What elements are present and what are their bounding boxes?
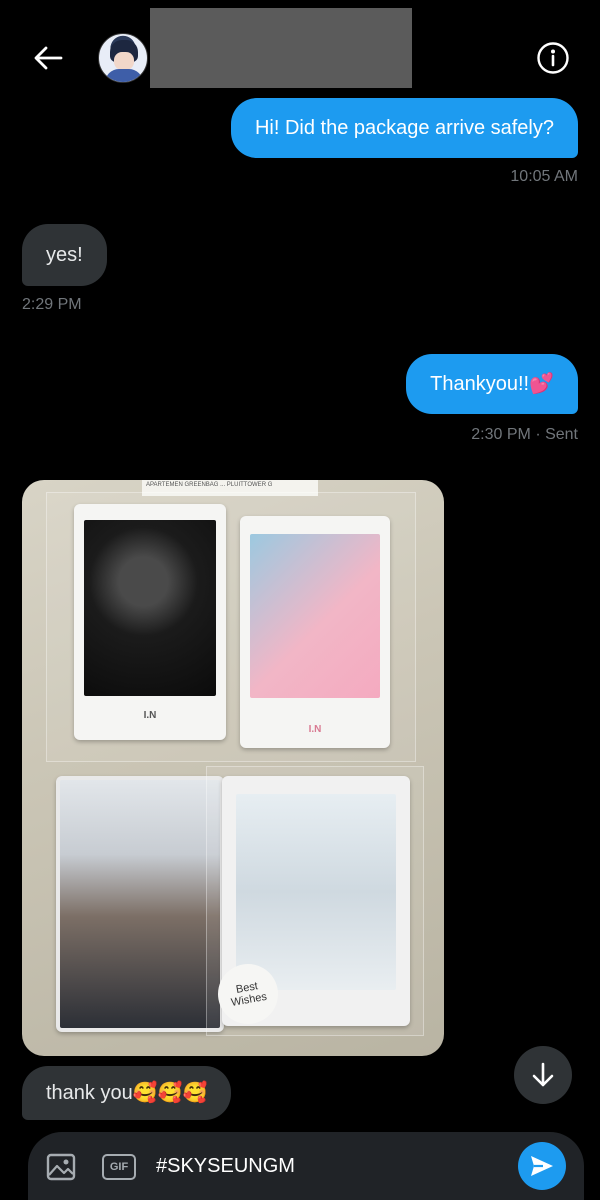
photocard-brand: I.N (143, 710, 157, 721)
photocard (56, 776, 224, 1032)
gif-button[interactable]: GIF (102, 1154, 136, 1180)
received-message-bubble[interactable]: yes! (22, 224, 107, 286)
received-message-bubble[interactable]: thank you🥰🥰🥰 (22, 1066, 232, 1120)
received-photo-message[interactable]: APARTEMEN GREENBAG ... PLUITTOWER G I.N … (22, 480, 444, 1056)
info-circle-icon (537, 42, 569, 74)
send-button[interactable] (518, 1142, 566, 1190)
back-button[interactable] (28, 40, 68, 76)
photocard-image (84, 520, 216, 696)
contact-avatar[interactable] (98, 33, 148, 83)
photocard-image (250, 534, 380, 698)
arrow-down-icon (532, 1062, 554, 1087)
photocard-brand: I.N (308, 724, 322, 735)
image-icon (46, 1153, 76, 1181)
message-timestamp-status: 2:30 PM · Sent (471, 426, 578, 443)
photocard-image (60, 780, 220, 1028)
message-timestamp: 2:29 PM (22, 296, 82, 313)
message-timestamp: 10:05 AM (510, 168, 578, 185)
scroll-to-bottom-button[interactable] (514, 1046, 572, 1104)
message-input[interactable] (156, 1146, 508, 1186)
sent-message-bubble[interactable]: Hi! Did the package arrive safely? (230, 98, 578, 158)
conversation-header (0, 0, 600, 100)
photocard: I.N (74, 504, 226, 740)
info-button[interactable] (535, 40, 571, 76)
polaroid-image (236, 794, 396, 990)
message-composer: GIF (28, 1132, 584, 1200)
photocard: I.N (240, 516, 390, 748)
arrow-left-icon (34, 46, 63, 70)
redacted-contact-name (150, 8, 412, 88)
send-icon (531, 1156, 553, 1176)
sent-message-bubble[interactable]: Thankyou!!💕 (406, 354, 578, 414)
add-media-button[interactable] (44, 1152, 78, 1182)
